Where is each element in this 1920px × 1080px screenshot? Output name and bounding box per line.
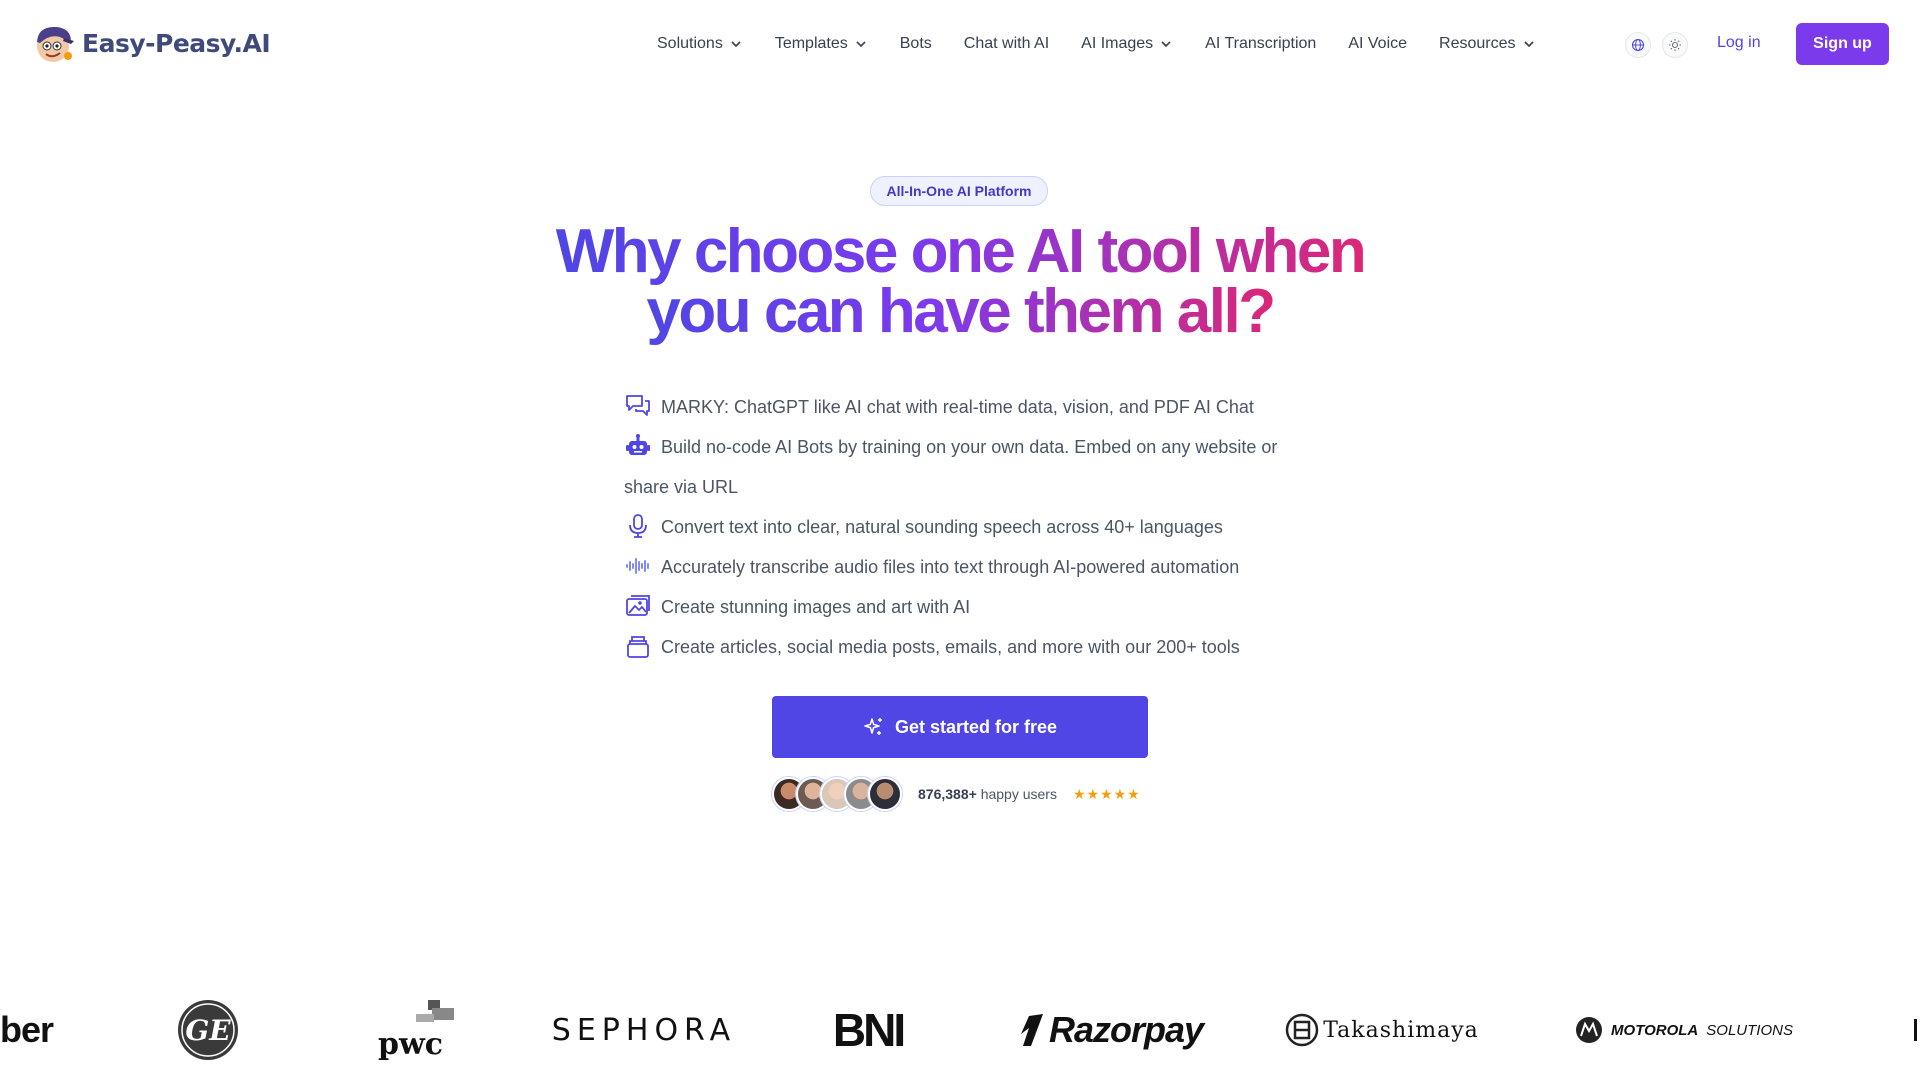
chevron-down-icon bbox=[731, 41, 741, 48]
stack-icon bbox=[627, 636, 649, 659]
avatar-group bbox=[772, 777, 902, 811]
partial-logo-mark bbox=[1914, 1019, 1917, 1041]
get-started-button[interactable]: Get started for free bbox=[772, 696, 1148, 758]
top-navigation: Easy-Peasy.AI Solutions Templates Bots C… bbox=[0, 0, 1920, 88]
pwc-logo-icon: pwc bbox=[378, 1000, 454, 1062]
nav-ai-voice[interactable]: AI Voice bbox=[1348, 29, 1407, 59]
images-icon bbox=[626, 595, 650, 617]
feature-item: Convert text into clear, natural soundin… bbox=[624, 507, 1304, 547]
nav-templates[interactable]: Templates bbox=[775, 29, 868, 59]
avatar bbox=[868, 777, 902, 811]
feature-text: MARKY: ChatGPT like AI chat with real-ti… bbox=[661, 397, 1254, 417]
brand-logo-partial bbox=[1914, 990, 1920, 1070]
waveform-icon bbox=[626, 558, 649, 575]
nav-ai-transcription[interactable]: AI Transcription bbox=[1205, 29, 1316, 59]
robot-icon bbox=[626, 434, 650, 456]
users-number: 876,388+ bbox=[918, 786, 977, 802]
feature-item: Create stunning images and art with AI bbox=[624, 587, 1304, 627]
microphone-icon bbox=[629, 514, 647, 539]
brand-logo-pwc: pwc bbox=[376, 990, 462, 1070]
users-count: 876,388+ happy users bbox=[918, 786, 1057, 802]
chat-bubbles-icon bbox=[626, 395, 650, 417]
theme-toggle-button[interactable] bbox=[1662, 32, 1688, 58]
brand-logo-takashimaya: Takashimaya bbox=[1284, 990, 1480, 1070]
social-proof: 876,388+ happy users ★★★★★ bbox=[772, 777, 1141, 811]
logo-link[interactable]: Easy-Peasy.AI bbox=[30, 22, 271, 64]
signup-button[interactable]: Sign up bbox=[1796, 23, 1889, 65]
cta-label: Get started for free bbox=[894, 716, 1058, 737]
nav-bots[interactable]: Bots bbox=[900, 29, 932, 59]
main-nav: Solutions Templates Bots Chat with AI AI… bbox=[657, 29, 1568, 59]
sun-icon bbox=[1669, 39, 1681, 51]
takashimaya-emblem-icon bbox=[1285, 1013, 1319, 1047]
nav-ai-images[interactable]: AI Images bbox=[1081, 29, 1173, 59]
nav-resources[interactable]: Resources bbox=[1439, 29, 1535, 59]
razorpay-mark-icon bbox=[1020, 1014, 1043, 1046]
motorola-batwing-icon bbox=[1576, 1017, 1603, 1043]
ge-logo-icon: GE bbox=[178, 1000, 238, 1060]
nav-label: AI Transcription bbox=[1205, 35, 1317, 52]
feature-item: Accurately transcribe audio files into t… bbox=[624, 547, 1304, 587]
mascot-logo-icon bbox=[37, 26, 74, 62]
feature-text: Build no-code AI Bots by training on you… bbox=[624, 437, 1278, 497]
logo-text: Easy-Peasy.AI bbox=[82, 28, 271, 58]
login-link[interactable]: Log in bbox=[1717, 34, 1761, 52]
globe-icon bbox=[1631, 38, 1645, 52]
hero-headline: Why choose one AI tool when you can have… bbox=[0, 221, 1920, 343]
nav-label: Resources bbox=[1439, 35, 1516, 52]
feature-item: Create articles, social media posts, ema… bbox=[624, 627, 1304, 667]
chevron-down-icon bbox=[1523, 41, 1534, 48]
language-button[interactable] bbox=[1625, 32, 1651, 58]
star-rating: ★★★★★ bbox=[1072, 785, 1141, 802]
feature-text: Create stunning images and art with AI bbox=[661, 597, 971, 617]
chevron-down-icon bbox=[856, 41, 866, 48]
feature-item: Build no-code AI Bots by training on you… bbox=[624, 427, 1304, 507]
nav-label: Templates bbox=[774, 35, 848, 52]
nav-label: Chat with AI bbox=[963, 35, 1050, 52]
svg-text:GE: GE bbox=[185, 1014, 231, 1047]
feature-text: Create articles, social media posts, ema… bbox=[661, 637, 1240, 657]
headline-line-1: Why choose one AI tool when bbox=[555, 217, 1367, 286]
nav-chat-with-ai[interactable]: Chat with AI bbox=[964, 29, 1049, 59]
brand-logo-bni: BNI bbox=[818, 990, 918, 1070]
brand-logo-uber: ber bbox=[0, 990, 54, 1070]
brand-sephora-text: SEPHORA bbox=[551, 1012, 737, 1048]
feature-item: MARKY: ChatGPT like AI chat with real-ti… bbox=[624, 387, 1304, 427]
feature-text: Convert text into clear, natural soundin… bbox=[661, 517, 1223, 537]
headline-line-2: you can have them all? bbox=[646, 277, 1276, 346]
brand-bni-text: BNI bbox=[832, 1004, 906, 1056]
nav-label: AI Images bbox=[1081, 35, 1154, 52]
nav-label: Solutions bbox=[657, 35, 723, 52]
sparkles-icon bbox=[864, 718, 882, 735]
nav-solutions[interactable]: Solutions bbox=[657, 29, 743, 59]
feature-list: MARKY: ChatGPT like AI chat with real-ti… bbox=[624, 387, 1304, 667]
brand-uber-text: ber bbox=[0, 1009, 54, 1050]
brand-logo-motorola: MOTOROLA SOLUTIONS bbox=[1564, 990, 1804, 1070]
feature-text: Accurately transcribe audio files into t… bbox=[661, 557, 1240, 577]
users-suffix: happy users bbox=[980, 786, 1057, 802]
chevron-down-icon bbox=[1161, 41, 1171, 48]
brand-motorola-text: MOTOROLA bbox=[1611, 1021, 1699, 1039]
brand-logo-sephora: SEPHORA bbox=[552, 990, 730, 1070]
brand-razorpay-text: Razorpay bbox=[1048, 1009, 1204, 1050]
brand-logo-ge: GE bbox=[176, 990, 240, 1070]
brand-motorola-suffix: SOLUTIONS bbox=[1706, 1021, 1793, 1039]
nav-label: Bots bbox=[899, 35, 932, 52]
svg-text:pwc: pwc bbox=[378, 1027, 443, 1062]
platform-badge: All-In-One AI Platform bbox=[870, 176, 1048, 206]
nav-label: AI Voice bbox=[1348, 35, 1408, 52]
brand-takashimaya-text: Takashimaya bbox=[1323, 1017, 1479, 1043]
brand-logo-razorpay: Razorpay bbox=[1012, 990, 1208, 1070]
